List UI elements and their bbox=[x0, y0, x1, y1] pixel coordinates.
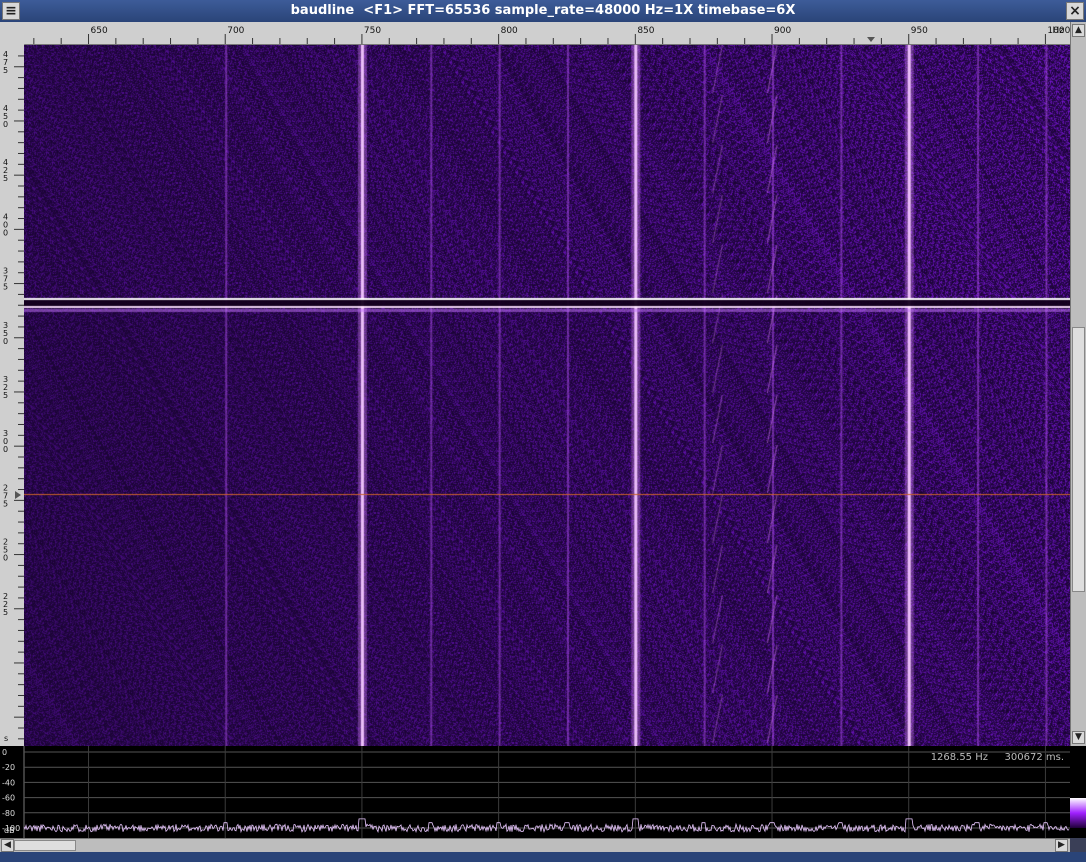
time-ruler-ticks: 4 7 5 4 5 0 4 2 5 4 0 0 3 7 5 3 5 0 3 2 5 3 0 0 2 7 5 2 5 0 2 2 5 s bbox=[3, 50, 24, 743]
title-bar[interactable]: ≡ baudline <F1> FFT=65536 sample_rate=48… bbox=[0, 0, 1086, 23]
palette-background bbox=[1070, 746, 1086, 798]
close-icon[interactable]: × bbox=[1066, 2, 1084, 20]
time-label: 275 bbox=[3, 483, 8, 508]
time-label: 425 bbox=[3, 158, 8, 183]
time-cursor-marker-icon[interactable] bbox=[15, 491, 21, 499]
time-label: 325 bbox=[3, 375, 8, 400]
horizontal-scroll-thumb[interactable] bbox=[14, 840, 76, 851]
db-unit-label: dB bbox=[4, 826, 15, 835]
frequency-label: 950 bbox=[911, 26, 928, 36]
scroll-right-icon[interactable]: ▶ bbox=[1055, 839, 1068, 852]
frequency-label: 850 bbox=[637, 26, 654, 36]
window-bottom-frame bbox=[0, 852, 1086, 862]
frequency-ruler-ticks: 6507007508008509009501000105011001150120… bbox=[33, 26, 1074, 44]
ruler-corner bbox=[0, 22, 22, 44]
time-label: 450 bbox=[3, 104, 8, 129]
frequency-ruler[interactable]: 6507007508008509009501000105011001150120… bbox=[22, 22, 1074, 45]
db-label: -40 bbox=[2, 778, 15, 787]
vertical-scroll-thumb[interactable] bbox=[1072, 327, 1085, 592]
time-label: 350 bbox=[3, 321, 8, 346]
time-readout: 300672 ms. bbox=[1005, 752, 1064, 763]
db-label: -60 bbox=[2, 794, 15, 803]
scroll-up-icon[interactable]: ▲ bbox=[1072, 24, 1085, 37]
spectrum-trace bbox=[23, 818, 1070, 834]
vertical-scrollbar[interactable]: ▲ ▼ bbox=[1070, 22, 1086, 746]
spectrum-panel[interactable]: 1268.55 Hz 300672 ms. 0 -20 -40 -60 -80 -100 d… bbox=[0, 746, 1086, 838]
frequency-label: 750 bbox=[364, 26, 381, 36]
color-palette-bar[interactable] bbox=[1070, 798, 1086, 828]
time-label: 225 bbox=[3, 592, 8, 617]
palette-background-bottom bbox=[1070, 828, 1086, 838]
window-title: baudline <F1> FFT=65536 sample_rate=4800… bbox=[290, 3, 796, 18]
scroll-left-icon[interactable]: ◀ bbox=[1, 839, 14, 852]
frequency-label: 900 bbox=[774, 26, 791, 36]
horizontal-scrollbar[interactable]: ◀ ▶ bbox=[0, 838, 1070, 853]
frequency-label: 800 bbox=[501, 26, 518, 36]
frequency-label: 650 bbox=[91, 26, 108, 36]
frequency-readout: 1268.55 Hz bbox=[931, 752, 988, 763]
time-label: 400 bbox=[3, 212, 8, 237]
time-label: 375 bbox=[3, 267, 8, 292]
time-label: 475 bbox=[3, 50, 8, 75]
db-label: -80 bbox=[2, 809, 15, 818]
spectrum-plot: 1268.55 Hz 300672 ms. 0-20-40-60-80-100d… bbox=[0, 746, 1086, 838]
db-label: 0 bbox=[2, 748, 7, 757]
db-label: -20 bbox=[2, 763, 15, 772]
scroll-down-icon[interactable]: ▼ bbox=[1072, 731, 1085, 744]
frequency-cursor-marker-icon[interactable] bbox=[867, 37, 875, 42]
frequency-unit-label: Hz bbox=[1053, 26, 1065, 36]
time-unit-label: s bbox=[4, 734, 8, 743]
time-label: 300 bbox=[3, 429, 8, 454]
spectrogram-display[interactable] bbox=[24, 45, 1070, 746]
frequency-label: 700 bbox=[227, 26, 244, 36]
time-ruler[interactable]: 475 450 425 400 375 350 325 300 275 250 225 s bbox=[0, 44, 25, 746]
time-label: 250 bbox=[3, 538, 8, 563]
